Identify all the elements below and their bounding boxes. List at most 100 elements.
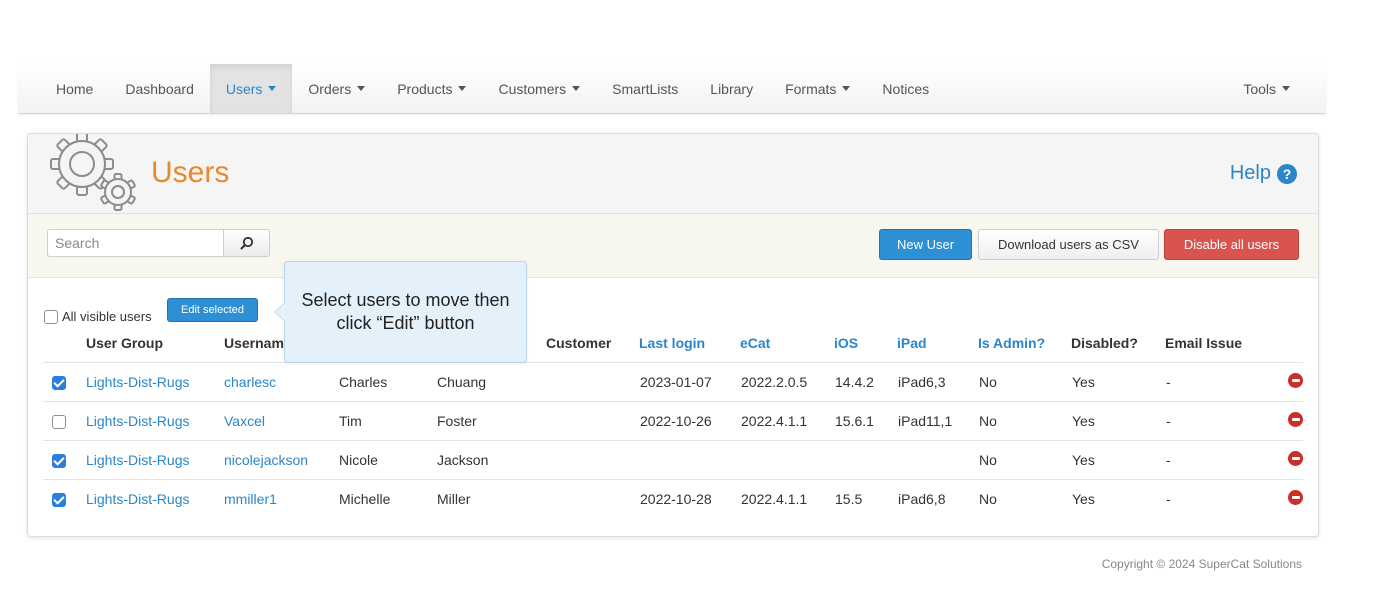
- table-row: Lights-Dist-Rugs Vaxcel Tim Foster 2022-…: [43, 401, 1303, 440]
- nav-library[interactable]: Library: [694, 64, 769, 113]
- delete-icon[interactable]: [1288, 490, 1303, 505]
- last-login: 2022-10-26: [640, 413, 712, 429]
- select-all-label: All visible users: [62, 309, 152, 324]
- username-link[interactable]: nicolejackson: [224, 452, 308, 468]
- search-input[interactable]: [47, 229, 223, 257]
- disabled: Yes: [1072, 374, 1095, 390]
- nav-dashboard[interactable]: Dashboard: [109, 64, 210, 113]
- is-admin: No: [979, 452, 997, 468]
- new-user-button[interactable]: New User: [879, 229, 972, 260]
- nav-products[interactable]: Products: [381, 64, 482, 113]
- chevron-down-icon: [357, 86, 366, 91]
- nav-orders-label: Orders: [308, 80, 352, 97]
- nav-tools-label: Tools: [1243, 80, 1276, 97]
- select-all-checkbox[interactable]: [44, 309, 58, 324]
- ios-version: 14.4.2: [835, 374, 874, 390]
- download-csv-button[interactable]: Download users as CSV: [978, 229, 1159, 260]
- last-name: Miller: [437, 491, 471, 507]
- ecat-version: 2022.4.1.1: [741, 413, 808, 429]
- first-name: Tim: [339, 413, 362, 429]
- chevron-down-icon: [572, 86, 581, 91]
- user-group-link[interactable]: Lights-Dist-Rugs: [86, 491, 189, 507]
- page-title: Users: [151, 156, 230, 189]
- last-login: 2023-01-07: [640, 374, 712, 390]
- select-all-visible: All visible users: [44, 309, 152, 324]
- chevron-down-icon: [268, 86, 277, 91]
- row-checkbox[interactable]: [52, 415, 66, 429]
- table-row: Lights-Dist-Rugs charlesc Charles Chuang…: [43, 362, 1303, 401]
- user-group-link[interactable]: Lights-Dist-Rugs: [86, 413, 189, 429]
- row-checkbox[interactable]: [52, 376, 66, 390]
- disabled: Yes: [1072, 491, 1095, 507]
- delete-icon[interactable]: [1288, 373, 1303, 388]
- panel-header: Users Help ?: [28, 134, 1318, 214]
- copyright-footer: Copyright © 2024 SuperCat Solutions: [1101, 557, 1302, 571]
- delete-icon[interactable]: [1288, 412, 1303, 427]
- email-issue: -: [1166, 413, 1171, 429]
- last-login: 2022-10-28: [640, 491, 712, 507]
- last-name: Jackson: [437, 452, 489, 468]
- ipad-model: iPad11,1: [898, 413, 953, 429]
- nav-formats-label: Formats: [785, 80, 837, 97]
- username-link[interactable]: charlesc: [224, 374, 276, 390]
- search-icon: [240, 236, 253, 250]
- table-row: Lights-Dist-Rugs nicolejackson Nicole Ja…: [43, 440, 1303, 479]
- disabled: Yes: [1072, 413, 1095, 429]
- nav-notices-label: Notices: [882, 80, 930, 97]
- col-ipad[interactable]: iPad: [897, 335, 927, 351]
- top-nav: Home Dashboard Users Orders Products Cus…: [18, 64, 1326, 114]
- nav-dashboard-label: Dashboard: [125, 80, 194, 97]
- user-group-link[interactable]: Lights-Dist-Rugs: [86, 374, 189, 390]
- nav-home[interactable]: Home: [18, 64, 109, 113]
- last-name: Foster: [437, 413, 477, 429]
- gears-icon: [50, 134, 136, 211]
- ecat-version: 2022.2.0.5: [741, 374, 808, 390]
- last-name: Chuang: [437, 374, 487, 390]
- row-checkbox[interactable]: [52, 454, 66, 468]
- username-link[interactable]: mmiller1: [224, 491, 277, 507]
- is-admin: No: [979, 491, 997, 507]
- nav-home-label: Home: [56, 80, 94, 97]
- email-issue: -: [1166, 491, 1171, 507]
- nav-smartlists[interactable]: SmartLists: [596, 64, 694, 113]
- nav-users-label: Users: [225, 80, 263, 97]
- nav-tools[interactable]: Tools: [1227, 64, 1326, 113]
- email-issue: -: [1166, 374, 1171, 390]
- table-row: Lights-Dist-Rugs mmiller1 Michelle Mille…: [43, 479, 1303, 518]
- col-customer: Customer: [546, 335, 612, 351]
- nav-smartlists-label: SmartLists: [612, 80, 679, 97]
- nav-notices[interactable]: Notices: [866, 64, 945, 113]
- chevron-down-icon: [1282, 86, 1290, 91]
- search-button[interactable]: [223, 229, 270, 257]
- col-user-group: User Group: [86, 335, 164, 351]
- ios-version: 15.6.1: [835, 413, 874, 429]
- email-issue: -: [1166, 452, 1171, 468]
- col-ecat[interactable]: eCat: [740, 335, 770, 351]
- col-is-admin[interactable]: Is Admin?: [978, 335, 1045, 351]
- row-checkbox[interactable]: [52, 493, 66, 507]
- nav-orders[interactable]: Orders: [292, 64, 381, 113]
- ipad-model: iPad6,3: [898, 374, 946, 390]
- disabled: Yes: [1072, 452, 1095, 468]
- nav-users[interactable]: Users: [209, 64, 293, 113]
- help-icon: ?: [1277, 163, 1297, 184]
- first-name: Michelle: [339, 491, 391, 507]
- user-group-link[interactable]: Lights-Dist-Rugs: [86, 452, 189, 468]
- ios-version: 15.5: [835, 491, 863, 507]
- first-name: Nicole: [339, 452, 378, 468]
- nav-customers[interactable]: Customers: [482, 64, 596, 113]
- nav-formats[interactable]: Formats: [769, 64, 866, 113]
- is-admin: No: [979, 374, 997, 390]
- nav-customers-label: Customers: [498, 80, 567, 97]
- ecat-version: 2022.4.1.1: [741, 491, 808, 507]
- nav-library-label: Library: [710, 80, 754, 97]
- delete-icon[interactable]: [1288, 451, 1303, 466]
- edit-selected-button[interactable]: Edit selected: [167, 298, 258, 322]
- help-link[interactable]: Help ?: [1230, 162, 1297, 185]
- users-panel: Users Help ? New User Download users as …: [27, 133, 1319, 537]
- col-last-login[interactable]: Last login: [639, 335, 705, 351]
- disable-all-users-button[interactable]: Disable all users: [1164, 229, 1299, 260]
- username-link[interactable]: Vaxcel: [224, 413, 265, 429]
- col-ios[interactable]: iOS: [834, 335, 858, 351]
